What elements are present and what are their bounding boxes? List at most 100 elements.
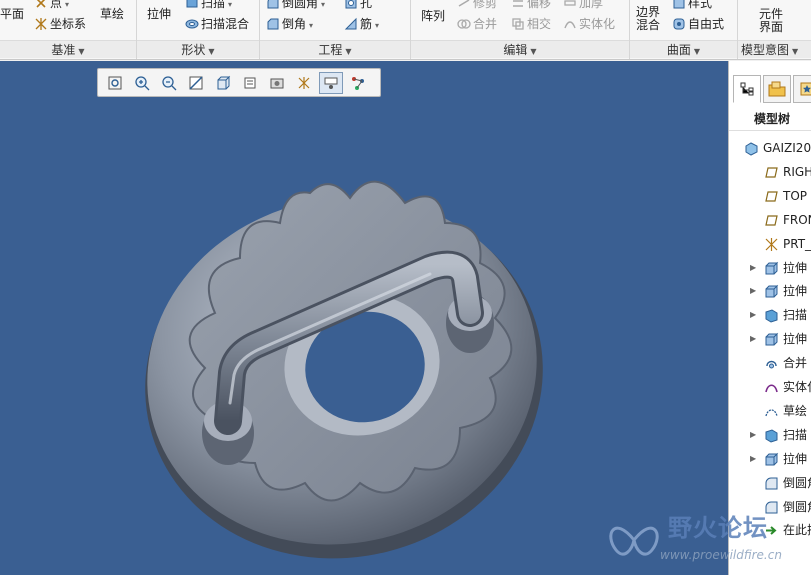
group-surfaces: 边界混合 样式 自由式 曲面 ▼ [630,0,738,59]
offset-icon [511,0,525,10]
chamfer-button[interactable]: 倒角 ▾ [266,16,313,34]
offset-button[interactable]: 偏移 [511,0,551,11]
chamfer-label: 倒角 [282,17,307,31]
group-model-intent: 元件界面 模型意图 ▼ [738,0,811,59]
chevron-down-icon: ▼ [78,47,85,56]
expand-arrow-icon[interactable]: ▶ [750,280,758,302]
group-editing-label[interactable]: 编辑 ▼ [411,40,629,58]
model-tree-item-label: FRONT [783,212,811,227]
repaint-icon [189,75,203,90]
plane-button[interactable]: 平面 [0,6,24,22]
boundary-blend-button[interactable]: 边界混合 [634,6,662,32]
round-button[interactable]: 倒圆角 ▾ [266,0,325,13]
freestyle-button[interactable]: 自由式 [672,16,724,32]
intersect-icon [511,17,525,31]
coordsys-icon [764,237,779,252]
sweep-button[interactable]: 扫描 ▾ [185,0,232,13]
spin-center-icon [352,76,364,90]
sweep-icon [185,0,199,10]
annotation-display-icon [324,77,338,89]
trim-button[interactable]: 修剪 [457,0,497,11]
sketch-button[interactable]: 草绘 [100,6,124,22]
annotation-display-button[interactable] [319,71,343,94]
model-tree-item-label: 扫描 [783,308,808,323]
rib-icon [344,17,358,31]
pattern-label: 阵列 [421,9,446,23]
saved-orientations-button[interactable] [238,72,262,94]
coordsys-label: 坐标系 [50,17,87,31]
coordsys-button[interactable]: 坐标系 [34,16,86,32]
expand-arrow-icon[interactable]: ▶ [750,257,758,279]
pattern-button[interactable]: 阵列 [421,8,445,24]
refit-button[interactable] [103,72,127,94]
hole-label: 孔 [360,0,373,10]
model-tree-item-label: PRT_ [783,236,811,251]
model-tree-item-label: 拉伸 [783,284,808,299]
thicken-label: 加厚 [579,0,604,10]
view-manager-button[interactable] [265,72,289,94]
style-button[interactable]: 样式 [672,0,712,11]
expand-arrow-icon[interactable]: ▶ [750,448,758,470]
group-editing-text: 编辑 [503,43,528,57]
model-tree-item-label: 实体化 [783,380,811,394]
extrude-label: 拉伸 [147,7,172,21]
datum-display-icon [298,76,310,89]
display-style-button[interactable] [211,72,235,94]
ribbon: 平面 点 ▾ 坐标系 草绘 基准 ▼ 拉伸 扫描 ▾ 扫描混合 形状 ▼ 倒圆角 ▾ 倒角… [0,0,811,60]
coordsys-icon [34,17,48,31]
thicken-button[interactable]: 加厚 [563,0,603,11]
intersect-button[interactable]: 相交 [511,16,551,32]
offset-label: 偏移 [527,0,552,10]
rib-button[interactable]: 筋 ▾ [344,16,379,34]
group-shapes-label[interactable]: 形状 ▼ [137,40,259,58]
round-icon [764,476,779,491]
sketch-label: 草绘 [100,7,125,21]
tab-favorites[interactable] [793,75,811,103]
model-3d-view[interactable] [140,153,560,573]
datum-plane-icon [764,189,779,204]
merge-button[interactable]: 合并 [457,16,497,32]
group-engineering: 倒圆角 ▾ 倒角 ▾ 孔 筋 ▾ 工程 ▼ [260,0,411,59]
group-shapes: 拉伸 扫描 ▾ 扫描混合 形状 ▼ [137,0,260,59]
extrude-button[interactable]: 拉伸 [147,6,171,22]
expand-arrow-icon[interactable]: ▶ [750,328,758,350]
plane-label: 平面 [0,7,25,21]
group-model-intent-label[interactable]: 模型意图 ▼ [738,40,811,58]
spin-center-button[interactable] [346,72,370,94]
intersect-label: 相交 [527,17,552,31]
favorites-icon [800,82,811,96]
group-model-intent-text: 模型意图 [741,43,790,57]
expand-arrow-icon[interactable]: ▶ [750,424,758,446]
solidify-button[interactable]: 实体化 [563,16,615,32]
group-surfaces-label[interactable]: 曲面 ▼ [630,40,737,58]
thicken-icon [563,0,577,10]
trim-label: 修剪 [473,0,498,10]
zoom-out-button[interactable] [157,72,181,94]
chevron-down-icon: ▼ [792,47,799,56]
point-label: 点 [50,0,63,10]
point-button[interactable]: 点 ▾ [34,0,69,13]
style-label: 样式 [688,0,713,10]
refit-icon [108,76,122,89]
sweep-icon [764,308,779,323]
extrude-icon [764,332,779,347]
model-tree-item-label: 拉伸 [783,260,808,275]
freestyle-label: 自由式 [688,17,725,31]
zoom-in-button[interactable] [130,72,154,94]
hole-button[interactable]: 孔 [344,0,372,11]
repaint-button[interactable] [184,72,208,94]
model-tree-item-label: 合并 [783,356,808,371]
part-icon [744,141,759,156]
expand-arrow-icon[interactable]: ▶ [750,304,758,326]
group-editing: 阵列 修剪 偏移 加厚 合并 相交 实体化 编辑 ▼ [411,0,630,59]
datum-display-button[interactable] [292,72,316,94]
component-interface-button[interactable]: 元件界面 [756,8,786,34]
group-engineering-label[interactable]: 工程 ▼ [260,40,410,58]
round-label: 倒圆角 [282,0,319,10]
component-interface-label: 元件界面 [758,7,783,34]
tab-model-tree[interactable] [733,75,761,103]
graphics-viewport[interactable] [0,61,728,575]
tab-folder-browser[interactable] [763,75,791,103]
group-datum-label[interactable]: 基准 ▼ [0,40,136,58]
swept-blend-button[interactable]: 扫描混合 [185,16,249,32]
